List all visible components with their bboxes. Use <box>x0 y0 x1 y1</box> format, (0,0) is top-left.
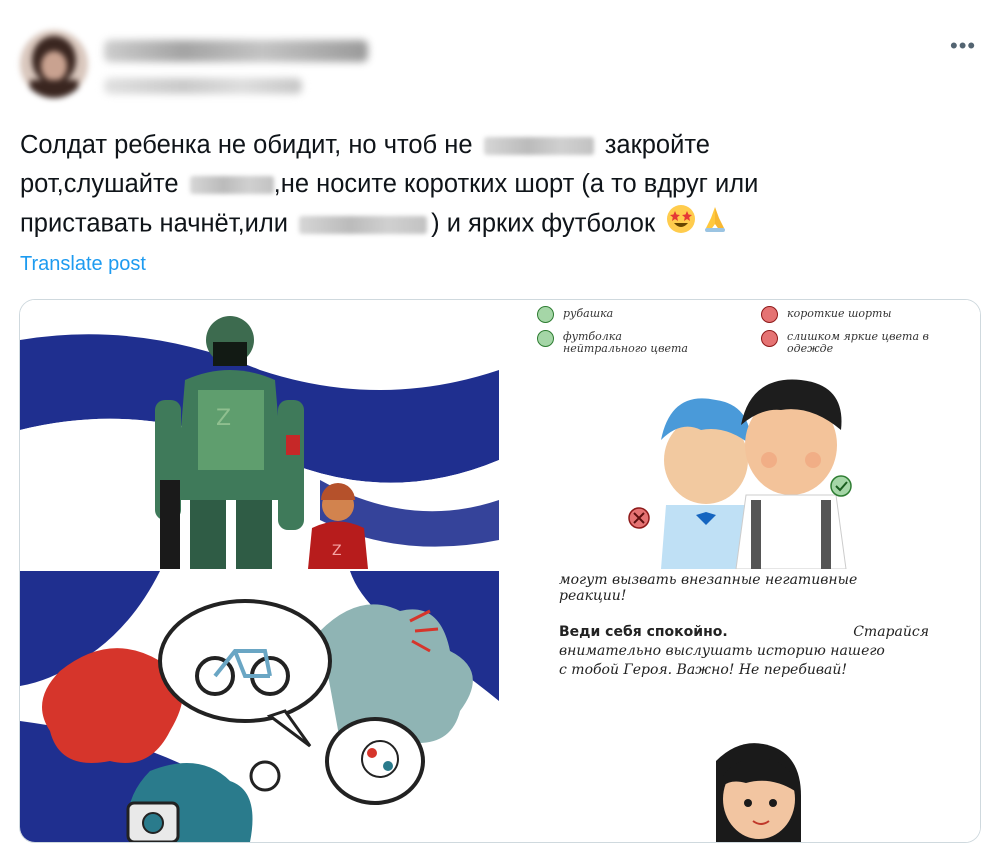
author-handle[interactable] <box>104 78 302 94</box>
image-instructions-page[interactable]: могут вызвать внезапные негативные реакц… <box>501 571 980 842</box>
image-speech-bubbles[interactable] <box>20 571 499 842</box>
instruction-line: внимательно выслушать историю нашего <box>559 643 885 659</box>
folded-hands-emoji-icon <box>700 204 730 246</box>
check-ok-icon <box>537 306 554 323</box>
redacted-word <box>189 176 274 195</box>
image-soldier-with-child[interactable]: Z Z <box>20 300 499 569</box>
grid-divider-vertical <box>499 300 501 842</box>
allowed-item: рубашка <box>563 307 614 320</box>
forbidden-item: слишком яркие цвета в одежде <box>787 330 929 355</box>
avatar[interactable] <box>20 30 88 98</box>
redacted-word <box>483 137 594 156</box>
tweet-text: Солдат ребенка не обидит, но чтоб не зак… <box>20 126 920 246</box>
redacted-word <box>299 216 428 234</box>
author-name[interactable] <box>104 40 368 62</box>
allowed-item: футболка нейтрального цвета <box>563 330 688 355</box>
instruction-line: Веди себя спокойно. Старайся <box>559 623 929 642</box>
instruction-line: с тобой Героя. Важно! Не перебивай! <box>559 662 848 678</box>
instruction-line: реакции! <box>559 588 627 604</box>
grid-divider-horizontal <box>20 569 980 571</box>
star-struck-emoji-icon <box>666 204 696 246</box>
instruction-bold-phrase: Веди себя спокойно. <box>559 624 728 640</box>
media-grid: Z Z рубашка футболка нейтрального цвета … <box>19 299 981 843</box>
check-ok-icon <box>537 330 554 347</box>
more-options-icon[interactable]: ••• <box>950 35 976 57</box>
forbidden-item: короткие шорты <box>787 307 892 320</box>
tweet-text-segment: закройте <box>604 131 710 159</box>
image-dress-code-checklist[interactable]: рубашка футболка нейтрального цвета коро… <box>501 300 980 569</box>
svg-text:Z: Z <box>216 406 231 431</box>
cross-no-icon <box>761 306 778 323</box>
tweet-text-segment: ) и ярких футболок <box>431 209 656 238</box>
tweet-text-segment: Солдат ребенка не обидит, но чтоб не <box>20 131 473 159</box>
svg-text:Z: Z <box>332 543 342 559</box>
translate-post-link[interactable]: Translate post <box>20 253 146 276</box>
tweet-text-segment: рот,слушайте <box>20 170 179 198</box>
tweet-text-segment: ,не носите коротких шорт (а то вдруг или <box>273 170 759 198</box>
cross-no-icon <box>761 330 778 347</box>
instruction-text: Старайся <box>853 624 929 640</box>
tweet-text-segment: приставать начнёт,или <box>20 209 289 238</box>
